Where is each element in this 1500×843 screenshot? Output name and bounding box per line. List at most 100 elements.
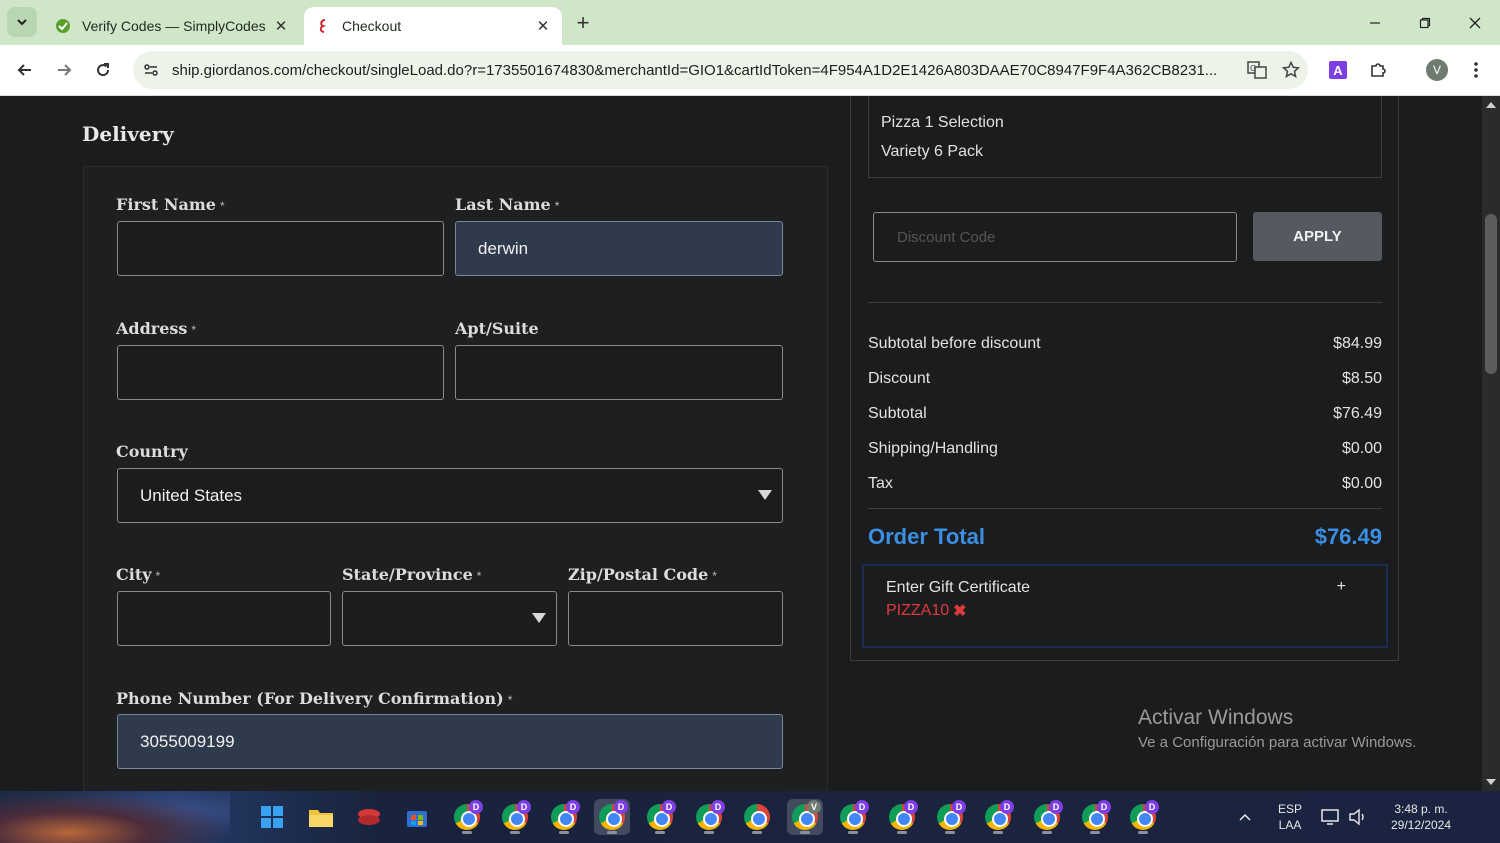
first-name-field[interactable]	[117, 221, 444, 276]
restore-button[interactable]	[1410, 8, 1440, 38]
chrome-window-button[interactable]: D	[449, 799, 485, 835]
url-text[interactable]: ship.giordanos.com/checkout/singleLoad.d…	[172, 62, 1240, 79]
browser-menu-button[interactable]	[1462, 56, 1490, 84]
extensions-menu-button[interactable]	[1364, 56, 1392, 84]
network-button[interactable]	[1316, 799, 1344, 835]
remove-code-icon[interactable]: ✖	[953, 601, 966, 621]
profile-badge: D	[711, 800, 725, 814]
chrome-window-button[interactable]: D	[884, 799, 920, 835]
summary-row-subtotal: Subtotal $76.49	[868, 405, 1382, 423]
language-indicator[interactable]: ESP LAA	[1272, 801, 1308, 833]
app-button[interactable]	[351, 799, 387, 835]
show-hidden-icons-button[interactable]	[1230, 799, 1260, 835]
scroll-down-arrow-icon[interactable]	[1486, 779, 1496, 785]
row-label: Subtotal	[868, 405, 927, 422]
expand-icon[interactable]: +	[1337, 578, 1346, 596]
order-total: Order Total $76.49	[868, 524, 1382, 550]
forward-button[interactable]	[49, 55, 79, 85]
star-icon[interactable]	[1274, 55, 1308, 85]
chrome-window-button[interactable]: D	[642, 799, 678, 835]
running-indicator	[655, 831, 665, 834]
first-name-label: First Name *	[116, 195, 225, 214]
row-value: $8.50	[1341, 370, 1382, 387]
running-indicator	[607, 831, 617, 834]
gift-certificate-panel[interactable]: Enter Gift Certificate + PIZZA10 ✖	[862, 564, 1388, 648]
order-total-label: Order Total	[868, 524, 985, 549]
start-button[interactable]	[254, 799, 290, 835]
close-tab-icon[interactable]: ✕	[530, 13, 556, 39]
profile-badge: D	[517, 800, 531, 814]
scroll-thumb[interactable]	[1485, 214, 1497, 374]
address-field[interactable]	[117, 345, 444, 400]
chrome-window-button[interactable]	[739, 799, 775, 835]
chrome-window-button[interactable]: D	[980, 799, 1016, 835]
apply-button[interactable]: APPLY	[1253, 212, 1382, 261]
gift-certificate-label: Enter Gift Certificate	[886, 579, 1031, 596]
last-name-field[interactable]: derwin	[455, 221, 783, 276]
store-icon	[407, 811, 427, 827]
volume-button[interactable]	[1344, 799, 1372, 835]
tab-strip: Verify Codes — SimplyCodes ✕ Checkout ✕ …	[0, 0, 1500, 45]
chrome-window-button[interactable]: D	[691, 799, 727, 835]
chrome-window-button[interactable]: D	[1029, 799, 1065, 835]
close-window-button[interactable]	[1460, 8, 1490, 38]
file-explorer-button[interactable]	[303, 799, 339, 835]
profile-badge: D	[662, 800, 676, 814]
running-indicator	[993, 831, 1003, 834]
chrome-window-button[interactable]: D	[546, 799, 582, 835]
running-indicator	[897, 831, 907, 834]
tab-simplycodes[interactable]: Verify Codes — SimplyCodes ✕	[44, 7, 300, 45]
divider	[868, 302, 1382, 303]
chrome-window-button[interactable]: D	[594, 799, 630, 835]
zip-field[interactable]	[568, 591, 783, 646]
address-bar[interactable]: ship.giordanos.com/checkout/singleLoad.d…	[133, 51, 1308, 89]
profile-badge: D	[1145, 800, 1159, 814]
phone-field[interactable]: 3055009199	[117, 714, 783, 769]
summary-row-shipping: Shipping/Handling $0.00	[868, 440, 1382, 458]
network-icon	[1321, 809, 1339, 825]
minimize-button[interactable]	[1360, 8, 1390, 38]
folder-icon	[309, 810, 333, 827]
chrome-window-button[interactable]: D	[835, 799, 871, 835]
profile-badge: D	[1097, 800, 1111, 814]
reload-button[interactable]	[88, 55, 118, 85]
site-info-icon[interactable]	[136, 55, 166, 85]
translate-icon[interactable]: G	[1240, 55, 1274, 85]
wallpaper-strip	[0, 791, 230, 843]
apt-suite-field[interactable]	[455, 345, 783, 400]
profile-badge: D	[566, 800, 580, 814]
tab-title: Checkout	[342, 18, 402, 34]
new-tab-button[interactable]: +	[570, 10, 596, 36]
row-label: Tax	[868, 475, 893, 492]
tab-search-button[interactable]	[7, 7, 37, 37]
back-button[interactable]	[10, 55, 40, 85]
country-label: Country	[116, 442, 188, 461]
chrome-window-button[interactable]: D	[497, 799, 533, 835]
app-red-icon	[358, 809, 380, 825]
chrome-window-button[interactable]: D	[1077, 799, 1113, 835]
chrome-window-button[interactable]: V	[787, 799, 823, 835]
profile-badge: D	[855, 800, 869, 814]
city-field[interactable]	[117, 591, 331, 646]
page-scrollbar[interactable]	[1482, 96, 1500, 791]
profile-button[interactable]: V	[1423, 56, 1451, 84]
extension-button[interactable]: A	[1324, 56, 1352, 84]
state-select[interactable]	[342, 591, 557, 646]
watermark-subtitle: Ve a Configuración para activar Windows.	[1138, 734, 1417, 751]
discount-code-input[interactable]: Discount Code	[873, 212, 1237, 262]
language-top: ESP	[1277, 802, 1302, 816]
chrome-window-button[interactable]: D	[932, 799, 968, 835]
browser-toolbar: ship.giordanos.com/checkout/singleLoad.d…	[0, 45, 1500, 96]
close-tab-icon[interactable]: ✕	[268, 13, 294, 39]
chrome-window-button[interactable]: D	[1125, 799, 1161, 835]
store-button[interactable]	[399, 799, 435, 835]
country-select[interactable]: United States	[117, 468, 783, 523]
scroll-up-arrow-icon[interactable]	[1486, 102, 1496, 108]
address-label: Address *	[116, 319, 197, 338]
row-label: Subtotal before discount	[868, 335, 1041, 352]
extension-a-icon: A	[1329, 61, 1347, 79]
clock[interactable]: 3:48 p. m. 29/12/2024	[1380, 801, 1462, 833]
tab-title: Verify Codes — SimplyCodes	[82, 18, 266, 34]
profile-badge: D	[952, 800, 966, 814]
tab-checkout[interactable]: Checkout ✕	[304, 7, 562, 45]
